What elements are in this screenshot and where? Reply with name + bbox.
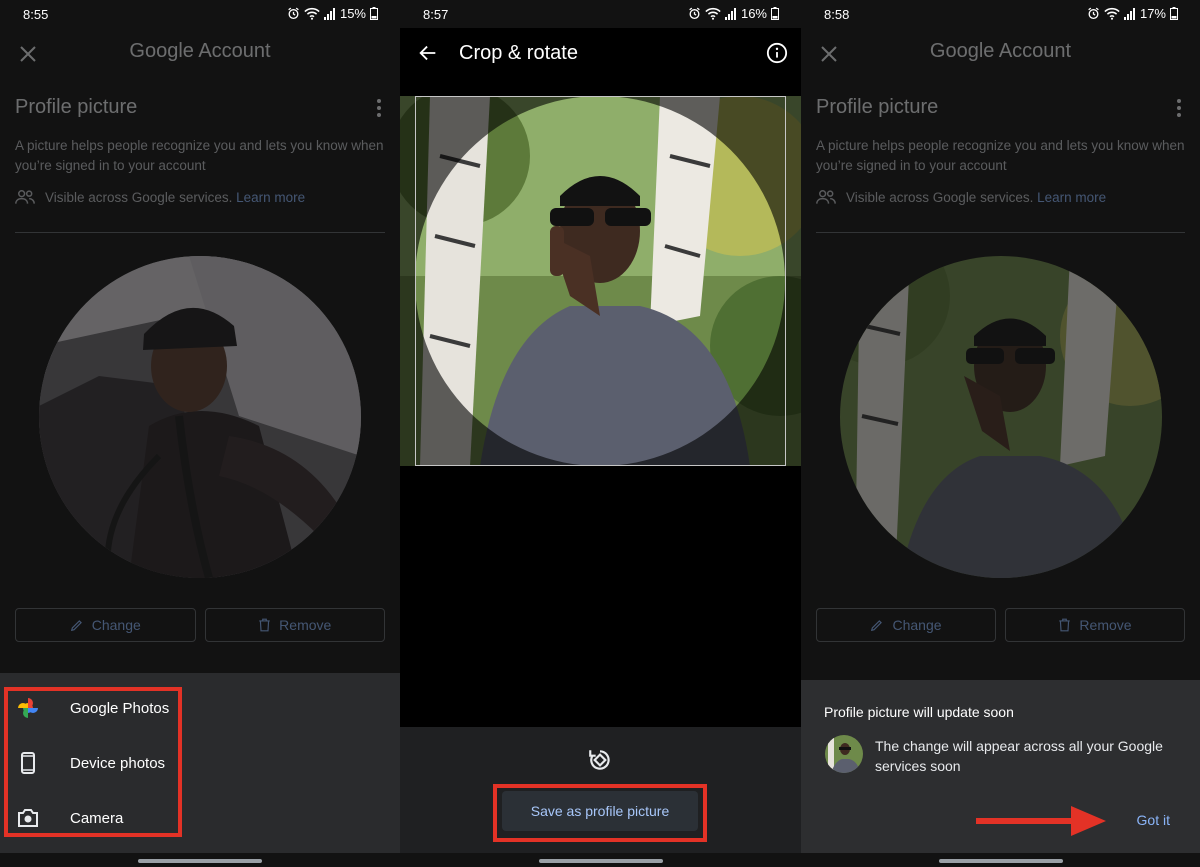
alarm-icon: [1088, 7, 1099, 20]
app-title: Google Account: [929, 40, 1072, 62]
learn-more-link[interactable]: Learn more: [1037, 190, 1106, 205]
status-bar: 8:58 17%: [801, 0, 1200, 28]
dialog-body: The change will appear across all your G…: [875, 738, 1163, 774]
crop-frame[interactable]: [415, 96, 786, 466]
trash-icon: [259, 618, 270, 632]
highlight-box: [4, 687, 182, 837]
battery-percent: 17%: [1139, 6, 1166, 21]
battery-percent: 15%: [339, 6, 366, 21]
remove-label: Remove: [279, 617, 332, 633]
people-icon: [816, 190, 836, 204]
alarm-icon: [288, 7, 299, 20]
profile-photo: [840, 256, 1162, 578]
visibility-text: Visible across Google services.: [846, 189, 1034, 205]
status-time: 8:57: [423, 7, 449, 22]
learn-more-link[interactable]: Learn more: [236, 190, 305, 205]
visibility-text: Visible across Google services.: [45, 189, 233, 205]
signal-icon: [724, 7, 736, 20]
wifi-icon: [1104, 7, 1120, 20]
page-title: Profile picture: [15, 96, 138, 118]
change-label: Change: [91, 617, 141, 633]
people-icon: [15, 190, 35, 204]
remove-button[interactable]: Remove: [204, 608, 385, 642]
change-button[interactable]: Change: [15, 608, 196, 642]
divider: [15, 232, 385, 233]
remove-label: Remove: [1079, 617, 1132, 633]
app-title: Google Account: [129, 40, 271, 62]
status-icons: 15%: [287, 6, 378, 21]
app-bar: Crop & rotate: [400, 28, 801, 80]
home-handle[interactable]: [938, 859, 1063, 863]
status-bar: 8:55 15%: [0, 0, 400, 28]
wifi-icon: [304, 7, 320, 20]
info-icon[interactable]: [766, 42, 788, 64]
rotate-icon[interactable]: [587, 747, 613, 773]
change-button[interactable]: Change: [816, 608, 996, 642]
photo-actions: Change Remove: [15, 608, 385, 642]
battery-icon: [771, 7, 779, 20]
visibility-row: Visible across Google services. Learn mo…: [15, 189, 305, 205]
avatar: [825, 735, 863, 773]
more-options-icon[interactable]: [376, 99, 382, 117]
profile-photo: [39, 256, 361, 578]
remove-button[interactable]: Remove: [1005, 608, 1185, 642]
wifi-icon: [705, 7, 721, 20]
dialog-title: Profile picture will update soon: [824, 704, 1014, 720]
got-it-button[interactable]: Got it: [1137, 812, 1170, 828]
arrow-annotation: [976, 806, 1106, 836]
status-icons: 16%: [688, 6, 779, 21]
highlight-box: [493, 784, 707, 842]
alarm-icon: [689, 7, 700, 20]
battery-icon: [370, 7, 378, 20]
pencil-icon: [70, 620, 82, 632]
more-options-icon[interactable]: [1176, 99, 1182, 117]
app-bar: Google Account: [0, 28, 400, 80]
back-arrow-icon[interactable]: [417, 42, 439, 64]
trash-icon: [1059, 618, 1071, 632]
signal-icon: [1123, 7, 1135, 20]
update-dialog: Profile picture will update soon The cha…: [801, 680, 1200, 853]
status-time: 8:55: [23, 7, 49, 22]
status-time: 8:58: [824, 7, 850, 22]
description-text: A picture helps people recognize you and…: [816, 138, 1185, 173]
status-bar: 8:57 16%: [400, 0, 801, 28]
home-handle[interactable]: [138, 859, 262, 863]
crop-area[interactable]: [400, 80, 801, 727]
visibility-row: Visible across Google services. Learn mo…: [816, 189, 1106, 205]
panel-confirmation: 8:58 17% Google Account Profile picture …: [801, 0, 1200, 867]
change-label: Change: [892, 617, 942, 633]
divider: [816, 232, 1185, 233]
description-text: A picture helps people recognize you and…: [15, 138, 384, 173]
battery-icon: [1170, 7, 1178, 20]
nav-bar: [801, 853, 1200, 867]
nav-bar: [400, 853, 801, 867]
photo-actions: Change Remove: [816, 608, 1185, 642]
signal-icon: [323, 7, 335, 20]
panel-crop-rotate: 8:57 16% Crop & rotate Save as profile p…: [400, 0, 801, 867]
panel-change-photo: 8:55 15% Google Account Profile picture …: [0, 0, 400, 867]
battery-percent: 16%: [740, 6, 767, 21]
page-title: Crop & rotate: [459, 42, 578, 64]
app-bar: Google Account: [801, 28, 1200, 80]
status-icons: 17%: [1087, 6, 1178, 21]
nav-bar: [0, 853, 400, 867]
home-handle[interactable]: [538, 859, 663, 863]
pencil-icon: [871, 620, 883, 632]
page-title: Profile picture: [816, 96, 939, 118]
